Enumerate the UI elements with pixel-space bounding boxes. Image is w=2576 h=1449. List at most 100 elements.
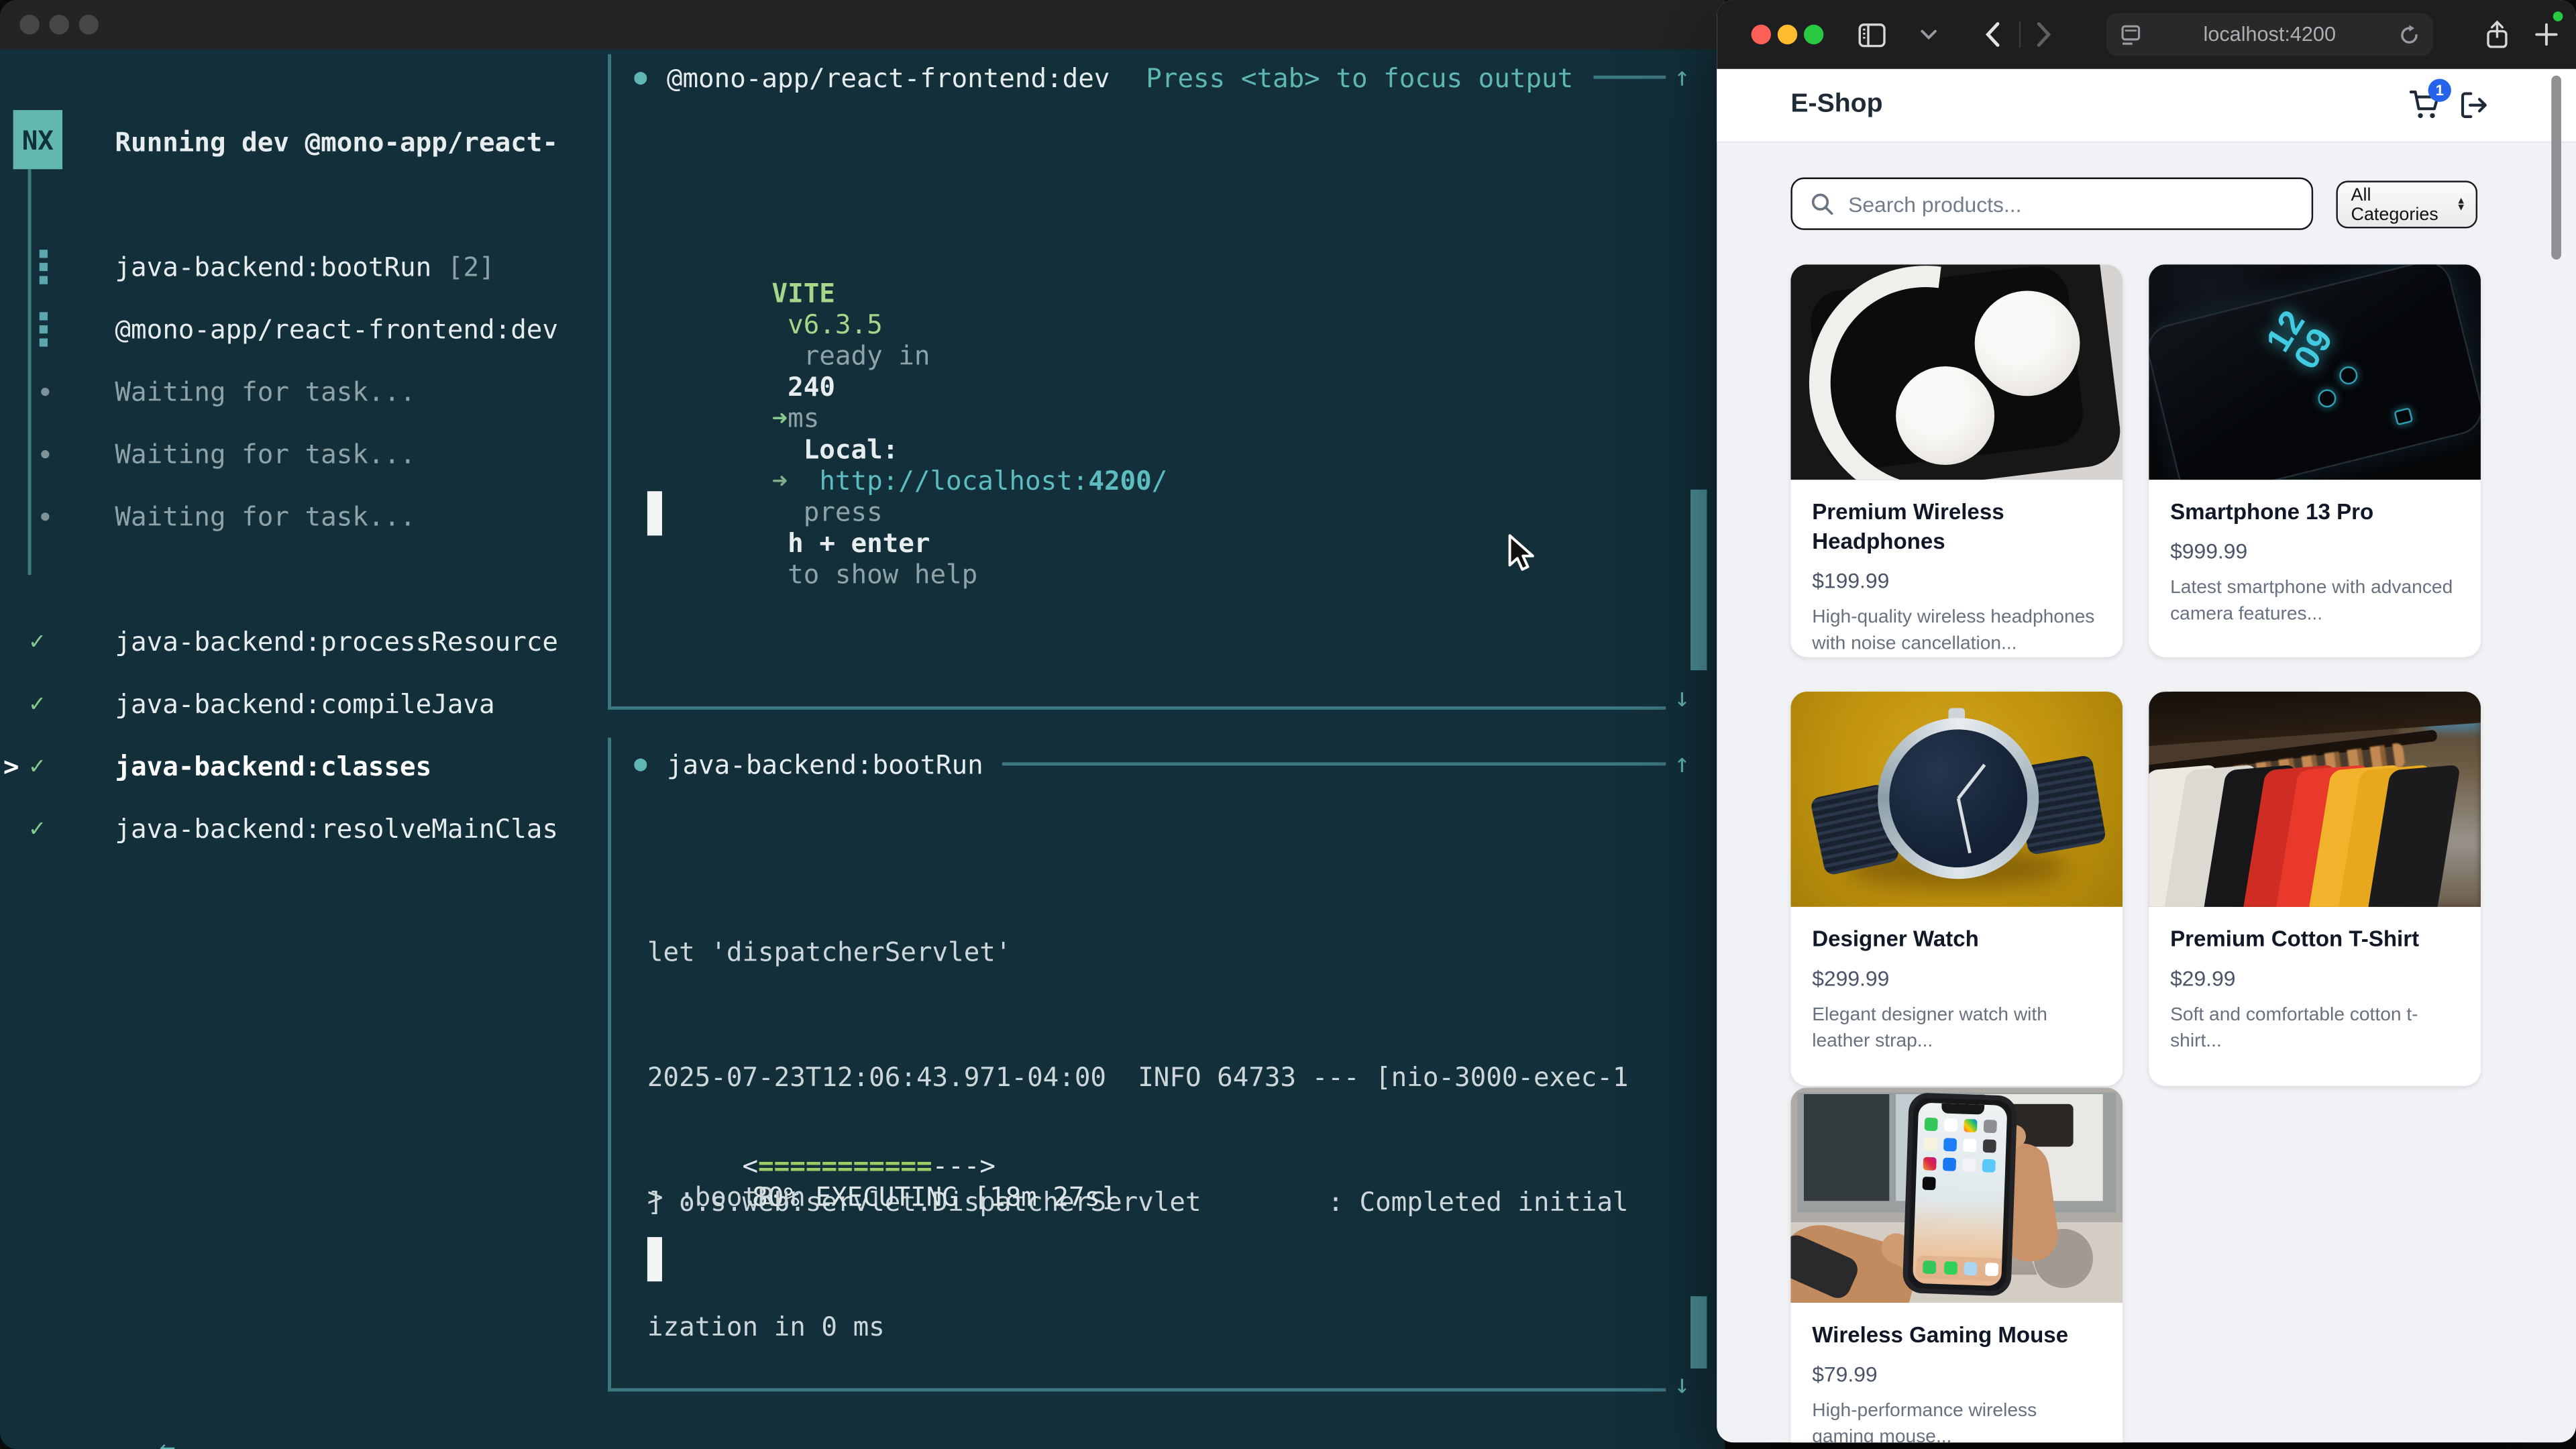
bootrun-panel-title: java-backend:bootRun [667,749,983,780]
product-name: Smartphone 13 Pro [2170,498,2459,528]
product-description: High-quality wireless headphones with no… [1812,607,2101,657]
product-price: $29.99 [2170,967,2459,991]
zoom-icon[interactable] [79,15,99,34]
terminal-cursor [647,1237,662,1281]
safari-toolbar: localhost:4200 [1717,0,2576,69]
running-indicator-icon [40,250,48,284]
check-icon: ✓ [30,688,44,718]
close-icon[interactable] [19,15,39,34]
check-icon: ✓ [30,751,44,780]
task-tree-line [28,169,32,575]
scroll-down-icon[interactable]: ↓ [1674,1368,1690,1400]
product-description: High-performance wireless gaming mouse..… [1812,1400,2101,1442]
scroll-down-icon[interactable]: ↓ [1674,682,1690,713]
bootrun-scrollbar-thumb[interactable] [1690,1296,1707,1368]
arrow-icon: ➜ [772,465,788,496]
terminal-titlebar[interactable] [0,0,1725,49]
shop-brand[interactable]: E-Shop [1790,91,1882,120]
product-description: Elegant designer watch with leather stra… [1812,1004,2101,1055]
reload-icon[interactable] [2399,13,2420,56]
log-line: let 'dispatcherServlet' [647,922,1629,984]
cart-count-badge: 1 [2428,79,2451,102]
waiting-dot-icon [41,387,49,395]
product-image-gaming-mouse [1790,1087,2123,1303]
product-card[interactable]: Wireless Gaming Mouse $79.99 High-perfor… [1790,1087,2123,1442]
panel-rule [1593,76,1666,79]
product-description: Soft and comfortable cotton t-shirt... [2170,1004,2459,1055]
product-image-tshirts [2149,692,2481,907]
pager-prev-icon[interactable]: ← [160,1431,176,1449]
product-image-watch [1790,692,2123,907]
product-price: $299.99 [1812,967,2101,991]
bootrun-panel-border [608,738,611,1390]
help-hint-line: ➜ press h + enter to show help [677,434,977,621]
output-panel-header[interactable]: ● @mono-app/react-frontend:dev Press <ta… [634,59,1666,95]
product-image-headphones [1790,264,2123,480]
gradle-task-line: > :bootRun [647,1181,806,1213]
logout-icon[interactable] [2459,91,2489,128]
log-line: 2025-07-23T12:06:43.971-04:00 INFO 64733… [647,1046,1629,1109]
new-tab-icon[interactable] [2535,0,2558,69]
log-line: ization in 0 ms [647,1296,1629,1358]
sidebar-toggle-icon[interactable] [1858,0,1886,69]
close-icon[interactable] [1752,25,1771,44]
toolbar-divider [2019,21,2021,48]
page-scrollbar-thumb[interactable] [2551,76,2561,260]
waiting-dot-icon [41,449,49,458]
minimize-icon[interactable] [1778,25,1797,44]
url-text: localhost:4200 [2106,13,2433,56]
shop-header: E-Shop [1717,69,2576,143]
product-card[interactable]: Premium Cotton T-Shirt $29.99 Soft and c… [2149,692,2481,1086]
product-card[interactable]: 1209 Smartphone 13 Pro $999.99 Latest sm… [2149,264,2481,657]
category-select[interactable]: All Categories ▲▼ [2336,180,2477,228]
bootrun-panel-header[interactable]: ● java-backend:bootRun [634,746,1666,782]
nx-logo: NX [13,110,62,169]
product-name: Designer Watch [1812,925,2101,955]
terminal-footer: ← 1/1 → quit: q help: ? [0,1368,608,1408]
share-icon[interactable] [2484,0,2510,69]
search-icon [1811,193,1833,224]
mouse-cursor [1505,532,1541,575]
scroll-up-icon[interactable]: ↑ [1674,61,1690,93]
focus-hint: Press <tab> to focus output [1146,62,1573,93]
chevron-down-icon[interactable] [1921,0,1937,69]
terminal-window: NX Running dev @mono-app/react- java-bac… [0,0,1725,1449]
check-icon: ✓ [30,626,44,655]
product-card[interactable]: Premium Wireless Headphones $199.99 High… [1790,264,2123,657]
output-panel-border [608,706,1666,710]
running-indicator-icon [40,312,48,346]
arrow-icon: ➜ [772,402,788,434]
product-price: $999.99 [2170,539,2459,564]
product-name: Wireless Gaming Mouse [1812,1321,2101,1351]
terminal-cursor [647,491,662,535]
address-bar[interactable]: localhost:4200 [2106,13,2433,56]
zoom-icon[interactable] [1804,25,1823,44]
category-select-value: All Categories [2351,185,2449,225]
status-dot-icon [2553,11,2563,21]
product-price: $79.99 [1812,1362,2101,1387]
select-stepper-icon: ▲▼ [2456,198,2466,211]
selection-pointer-icon: > [3,750,19,782]
terminal-heading: Running dev @mono-app/react- [115,127,558,158]
panel-bullet-icon: ● [634,65,647,90]
product-image-smartphone: 1209 [2149,264,2481,480]
check-icon: ✓ [30,813,44,843]
search-input[interactable] [1790,177,2313,229]
minimize-icon[interactable] [49,15,68,34]
product-card[interactable]: Designer Watch $299.99 Elegant designer … [1790,692,2123,1086]
product-price: $199.99 [1812,569,2101,594]
output-panel-border [608,54,611,708]
panel-bullet-icon: ● [634,751,647,776]
product-name: Premium Wireless Headphones [1812,498,2101,557]
panel-rule [1003,762,1666,765]
forward-icon[interactable] [2035,0,2051,69]
waiting-dot-icon [41,512,49,520]
desktop: NX Running dev @mono-app/react- java-bac… [0,0,2576,1449]
back-icon[interactable] [1984,0,2000,69]
product-description: Latest smartphone with advanced camera f… [2170,577,2459,628]
output-scrollbar-thumb[interactable] [1690,490,1707,670]
product-name: Premium Cotton T-Shirt [2170,925,2459,955]
scroll-up-icon[interactable]: ↑ [1674,747,1690,779]
output-panel-title: @mono-app/react-frontend:dev [667,62,1110,93]
safari-window: localhost:4200 E-Shop 1 [1717,0,2576,1442]
